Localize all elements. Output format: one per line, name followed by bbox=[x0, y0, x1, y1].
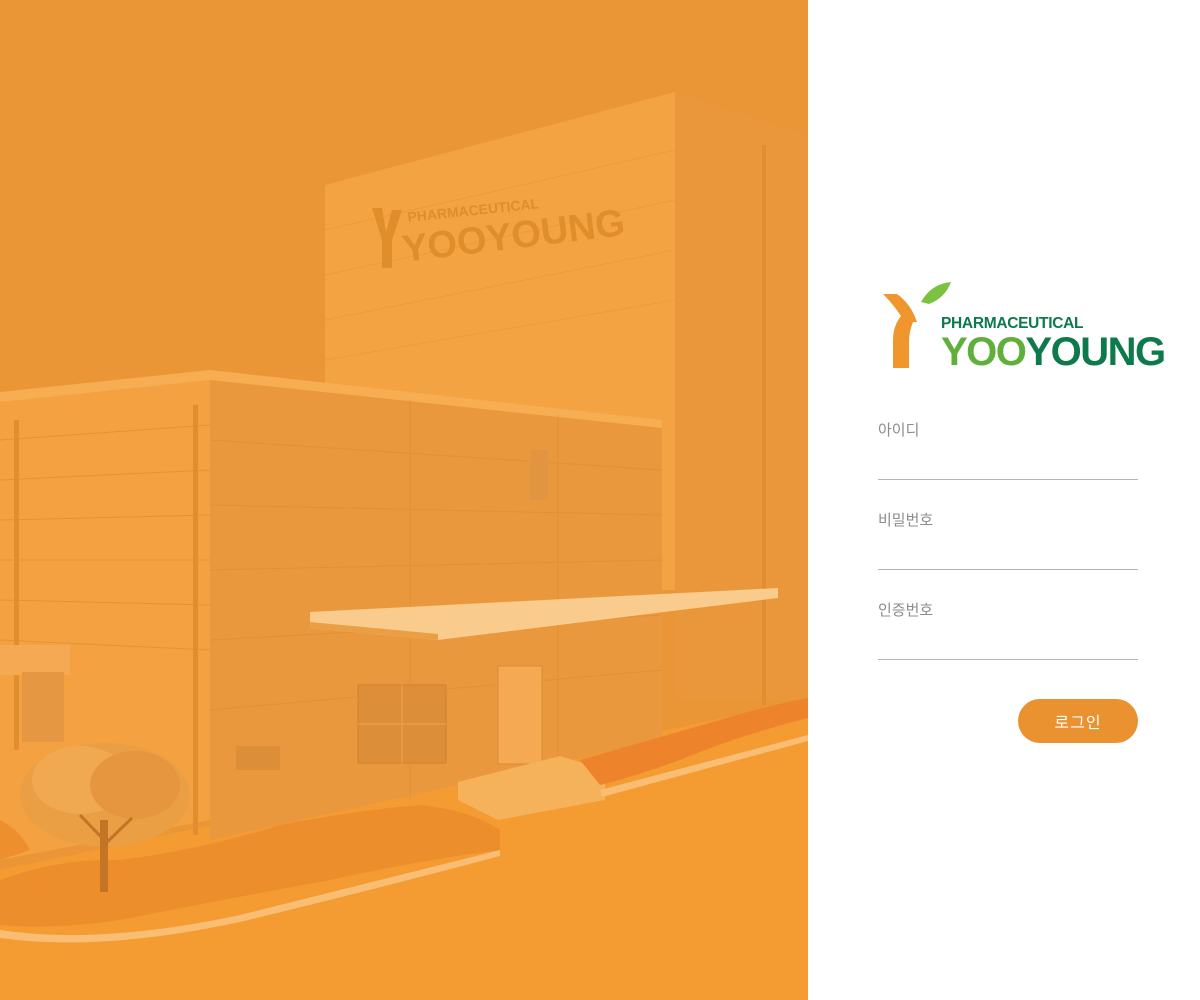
password-input[interactable] bbox=[878, 538, 1138, 570]
logo-name: YOOYOUNG bbox=[941, 330, 1166, 374]
password-label: 비밀번호 bbox=[878, 511, 934, 529]
factory-illustration: PHARMACEUTICAL YOOYOUNG bbox=[0, 0, 808, 1000]
id-input[interactable] bbox=[878, 448, 1138, 480]
auth-code-field: 인증번호 bbox=[878, 600, 1138, 660]
password-field: 비밀번호 bbox=[878, 510, 1138, 570]
login-button[interactable]: 로그인 bbox=[1018, 699, 1138, 743]
logo-name-part1: YOO bbox=[941, 330, 1027, 374]
logo-name-part2: YOUNG bbox=[1025, 330, 1166, 374]
hero-image: PHARMACEUTICAL YOOYOUNG bbox=[0, 0, 808, 1000]
company-logo: PHARMACEUTICAL YOOYOUNG bbox=[883, 282, 1166, 372]
id-field: 아이디 bbox=[878, 420, 1138, 480]
auth-code-input[interactable] bbox=[878, 628, 1138, 660]
auth-code-label: 인증번호 bbox=[878, 601, 934, 619]
login-panel: PHARMACEUTICAL YOOYOUNG 아이디 비밀번호 인증번호 로그… bbox=[808, 0, 1200, 1000]
id-label: 아이디 bbox=[878, 421, 920, 439]
